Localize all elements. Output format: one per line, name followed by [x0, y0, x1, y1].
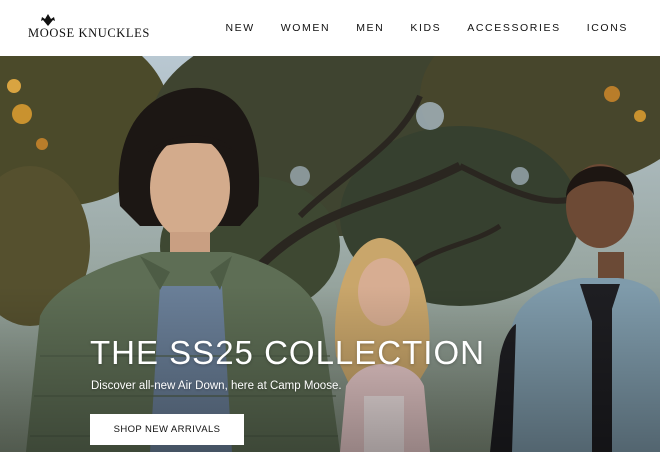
- hero-subtitle: Discover all-new Air Down, here at Camp …: [91, 380, 342, 392]
- nav-item-women[interactable]: WOMEN: [281, 22, 330, 34]
- shop-new-arrivals-button[interactable]: SHOP NEW ARRIVALS: [90, 414, 244, 445]
- nav-item-new[interactable]: NEW: [225, 22, 254, 34]
- hero-image: [0, 56, 660, 452]
- site-header: MOOSE KNUCKLES NEW WOMEN MEN KIDS ACCESS…: [0, 0, 660, 56]
- main-nav: NEW WOMEN MEN KIDS ACCESSORIES ICONS: [199, 22, 628, 34]
- nav-item-men[interactable]: MEN: [356, 22, 384, 34]
- brand-logo[interactable]: MOOSE KNUCKLES: [28, 14, 150, 40]
- nav-item-icons[interactable]: ICONS: [587, 22, 628, 34]
- nav-item-kids[interactable]: KIDS: [410, 22, 441, 34]
- moose-antler-icon: [41, 14, 55, 26]
- nav-item-accessories[interactable]: ACCESSORIES: [467, 22, 560, 34]
- hero-banner[interactable]: [0, 56, 660, 452]
- brand-name: MOOSE KNUCKLES: [28, 26, 150, 40]
- hero-title: THE SS25 COLLECTION: [90, 334, 485, 371]
